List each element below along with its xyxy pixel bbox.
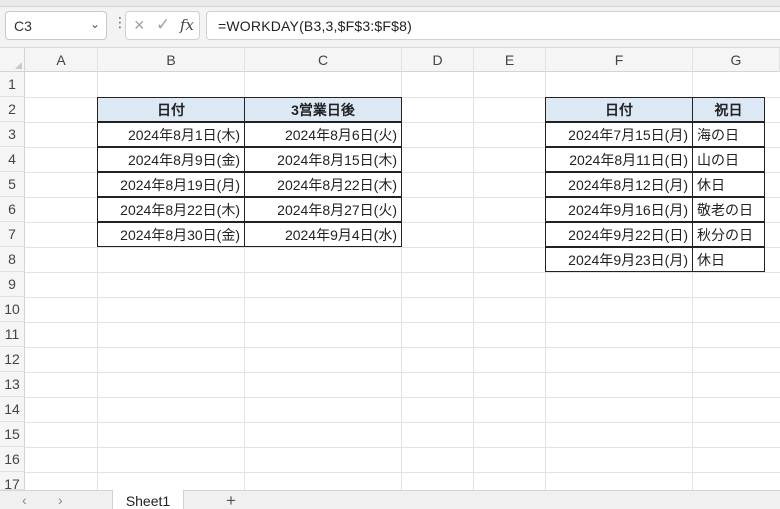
table1-cell-date[interactable]: 2024年8月22日(木) bbox=[97, 197, 245, 222]
table2-cell-date[interactable]: 2024年9月16日(月) bbox=[545, 197, 693, 222]
column-header-a[interactable]: A bbox=[25, 48, 98, 72]
row-header-12[interactable]: 12 bbox=[0, 347, 25, 372]
next-sheet-icon[interactable]: › bbox=[58, 492, 63, 508]
table2-cell-holiday[interactable]: 敬老の日 bbox=[692, 197, 765, 222]
name-box[interactable]: C3 ⌄ bbox=[5, 11, 107, 40]
select-all-icon bbox=[15, 62, 22, 69]
row-header-1[interactable]: 1 bbox=[0, 72, 25, 97]
table1-cell-result[interactable]: 2024年8月27日(火) bbox=[244, 197, 402, 222]
table2-cell-holiday[interactable]: 海の日 bbox=[692, 122, 765, 147]
table1-cell-result[interactable]: 2024年9月4日(水) bbox=[244, 222, 402, 247]
formula-actions: × ✓ fx bbox=[125, 11, 200, 40]
enter-icon[interactable]: ✓ bbox=[156, 15, 170, 35]
grid-line bbox=[25, 422, 780, 423]
table2-cell-holiday[interactable]: 休日 bbox=[692, 172, 765, 197]
grid-line bbox=[25, 472, 780, 473]
table1-cell-date[interactable]: 2024年8月19日(月) bbox=[97, 172, 245, 197]
table1-header-date[interactable]: 日付 bbox=[97, 97, 245, 122]
table2-cell-date[interactable]: 2024年8月11日(日) bbox=[545, 147, 693, 172]
table1-cell-result[interactable]: 2024年8月22日(木) bbox=[244, 172, 402, 197]
row-header-14[interactable]: 14 bbox=[0, 397, 25, 422]
grid-line bbox=[25, 297, 780, 298]
grid-line bbox=[25, 397, 780, 398]
grid-line bbox=[25, 372, 780, 373]
row-header-17[interactable]: 17 bbox=[0, 472, 25, 492]
table2-cell-holiday[interactable]: 休日 bbox=[692, 247, 765, 272]
table2-cell-date[interactable]: 2024年9月22日(日) bbox=[545, 222, 693, 247]
row-header-10[interactable]: 10 bbox=[0, 297, 25, 322]
row-header-7[interactable]: 7 bbox=[0, 222, 25, 247]
column-header-d[interactable]: D bbox=[402, 48, 474, 72]
grid-line bbox=[25, 347, 780, 348]
row-header-8[interactable]: 8 bbox=[0, 247, 25, 272]
insert-function-icon[interactable]: fx bbox=[180, 16, 194, 34]
table2-cell-date[interactable]: 2024年8月12日(月) bbox=[545, 172, 693, 197]
sheet-tab-bar: ‹ › Sheet1 + bbox=[0, 490, 780, 509]
grid-line bbox=[25, 447, 780, 448]
row-header-3[interactable]: 3 bbox=[0, 122, 25, 147]
column-header-e[interactable]: E bbox=[474, 48, 546, 72]
formula-bar: C3 ⌄ ⋮ × ✓ fx =WORKDAY(B3,3,$F$3:$F$8) bbox=[0, 0, 780, 48]
column-header-f[interactable]: F bbox=[546, 48, 693, 72]
table2-cell-holiday[interactable]: 秋分の日 bbox=[692, 222, 765, 247]
cancel-icon[interactable]: × bbox=[134, 15, 145, 36]
grid-line bbox=[25, 272, 780, 273]
add-sheet-icon[interactable]: + bbox=[226, 492, 236, 509]
row-header-13[interactable]: 13 bbox=[0, 372, 25, 397]
prev-sheet-icon[interactable]: ‹ bbox=[22, 492, 27, 508]
column-header-g[interactable]: G bbox=[693, 48, 780, 72]
table1-cell-date[interactable]: 2024年8月30日(金) bbox=[97, 222, 245, 247]
row-header-9[interactable]: 9 bbox=[0, 272, 25, 297]
row-header-16[interactable]: 16 bbox=[0, 447, 25, 472]
row-header-2[interactable]: 2 bbox=[0, 97, 25, 122]
table2-cell-date[interactable]: 2024年7月15日(月) bbox=[545, 122, 693, 147]
table2-header-date[interactable]: 日付 bbox=[545, 97, 693, 122]
formula-input[interactable]: =WORKDAY(B3,3,$F$3:$F$8) bbox=[206, 11, 780, 40]
name-box-value: C3 bbox=[14, 18, 32, 34]
select-all-corner[interactable] bbox=[0, 48, 25, 72]
column-header-c[interactable]: C bbox=[245, 48, 402, 72]
column-header-b[interactable]: B bbox=[98, 48, 245, 72]
chevron-down-icon[interactable]: ⌄ bbox=[90, 17, 100, 31]
table2-cell-holiday[interactable]: 山の日 bbox=[692, 147, 765, 172]
formula-text: =WORKDAY(B3,3,$F$3:$F$8) bbox=[218, 18, 412, 34]
table1-cell-date[interactable]: 2024年8月9日(金) bbox=[97, 147, 245, 172]
row-header-6[interactable]: 6 bbox=[0, 197, 25, 222]
table1-cell-date[interactable]: 2024年8月1日(木) bbox=[97, 122, 245, 147]
table1-cell-result[interactable]: 2024年8月15日(木) bbox=[244, 147, 402, 172]
ribbon-edge bbox=[0, 0, 780, 7]
table1-header-after3[interactable]: 3営業日後 bbox=[244, 97, 402, 122]
row-header-5[interactable]: 5 bbox=[0, 172, 25, 197]
row-header-11[interactable]: 11 bbox=[0, 322, 25, 347]
row-header-15[interactable]: 15 bbox=[0, 422, 25, 447]
table1-cell-result[interactable]: 2024年8月6日(火) bbox=[244, 122, 402, 147]
grid-line bbox=[25, 322, 780, 323]
grid-line bbox=[473, 72, 474, 492]
table2-cell-date[interactable]: 2024年9月23日(月) bbox=[545, 247, 693, 272]
row-header-4[interactable]: 4 bbox=[0, 147, 25, 172]
table2-header-holiday[interactable]: 祝日 bbox=[692, 97, 765, 122]
sheet-tab-sheet1[interactable]: Sheet1 bbox=[112, 490, 184, 509]
